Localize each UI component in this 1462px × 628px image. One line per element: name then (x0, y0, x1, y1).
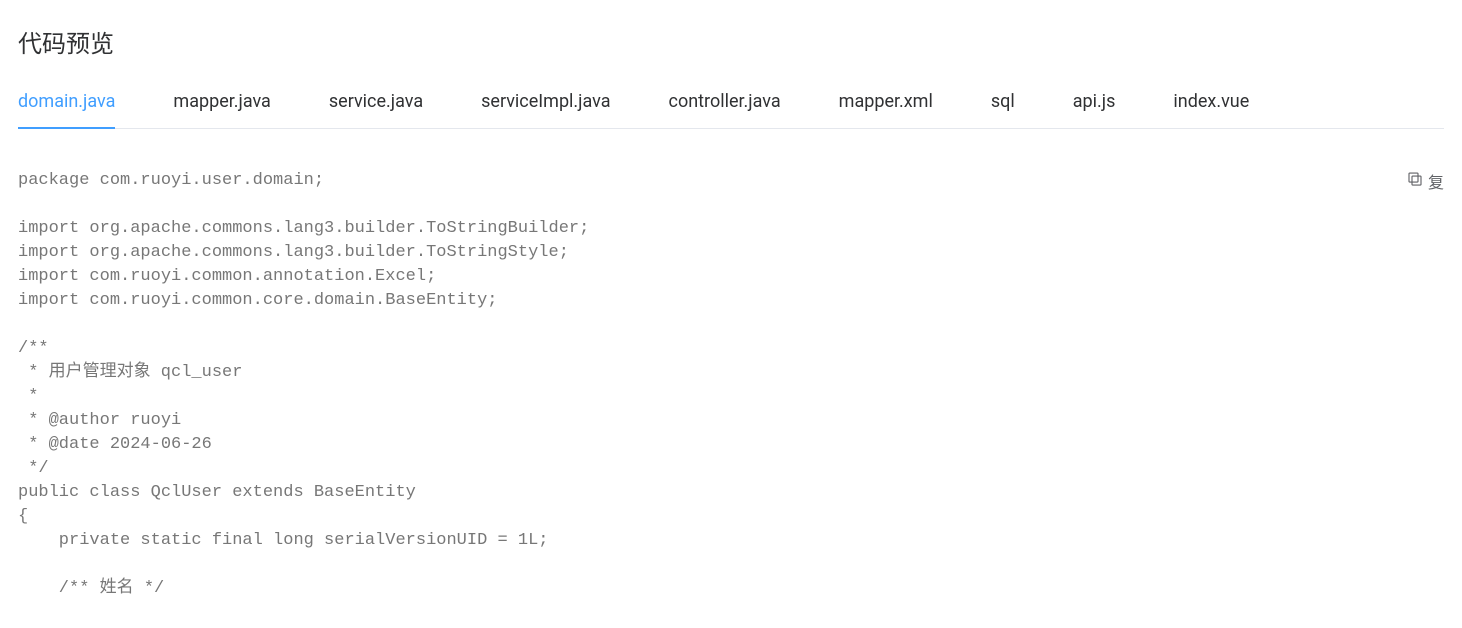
tab-controller-java[interactable]: controller.java (669, 91, 781, 128)
tab-mapper-java[interactable]: mapper.java (173, 91, 270, 128)
tabs-bar: domain.java mapper.java service.java ser… (18, 91, 1444, 129)
tab-api-js[interactable]: api.js (1073, 91, 1116, 128)
tab-domain-java[interactable]: domain.java (18, 91, 115, 128)
code-content: package com.ruoyi.user.domain; import or… (18, 169, 1444, 601)
tab-service-java[interactable]: service.java (329, 91, 423, 128)
code-area: 复 package com.ruoyi.user.domain; import … (18, 129, 1444, 601)
tab-sql[interactable]: sql (991, 91, 1015, 128)
copy-icon (1406, 170, 1424, 192)
page-title: 代码预览 (18, 0, 1444, 91)
tab-serviceimpl-java[interactable]: serviceImpl.java (481, 91, 610, 128)
copy-label: 复 (1428, 169, 1444, 193)
tab-index-vue[interactable]: index.vue (1173, 91, 1249, 128)
copy-button[interactable]: 复 (1406, 169, 1444, 193)
tab-mapper-xml[interactable]: mapper.xml (839, 91, 933, 128)
